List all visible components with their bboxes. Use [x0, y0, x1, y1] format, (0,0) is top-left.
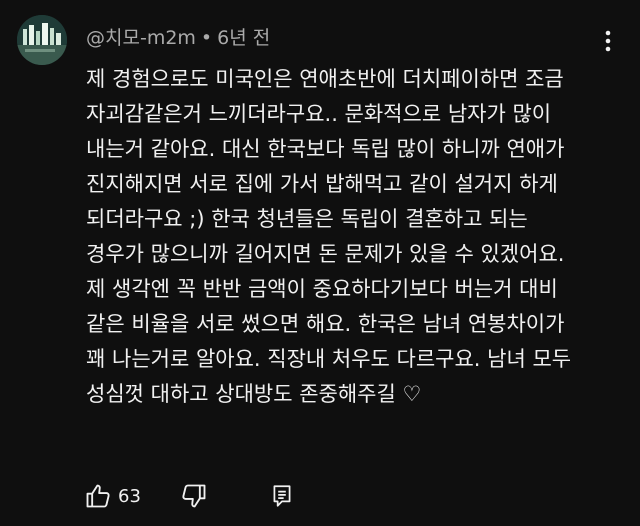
comment-thread: @치모-m2m • 6년 전 제 경험으로도 미국인은 연애초반에 더치페이하면 조…	[0, 0, 640, 526]
comment-line: 자괴감같은거 느끼더라구요.. 문화적으로 남자가 많이	[86, 102, 552, 126]
comment-line: 제 생각엔 꼭 반반 금액이 중요하다기보다 버는거 대비	[86, 277, 558, 301]
comment-line: 같은 비율을 서로 썼으면 해요. 한국은 남녀 연봉차이가	[86, 312, 565, 336]
more-options-button[interactable]	[596, 26, 620, 56]
comment-actions: 63	[80, 478, 300, 514]
reply-button[interactable]	[264, 478, 300, 514]
header-separator: •	[200, 27, 213, 49]
thumb-up-icon	[86, 484, 110, 508]
comment-line: 제 경험으로도 미국인은 연애초반에 더치페이하면 조금	[86, 67, 564, 91]
comment-line: 진지해지면 서로 집에 가서 밥해먹고 같이 설거지 하게	[86, 172, 558, 196]
comment-line: 되더라구요 ;) 한국 청년들은 독립이 결혼하고 되는	[86, 207, 528, 231]
like-count: 63	[118, 485, 141, 507]
like-button[interactable]	[80, 478, 116, 514]
comment-line: 성심껏 대하고 상대방도 존중해주길 ♡	[86, 382, 422, 406]
dislike-button[interactable]	[176, 478, 212, 514]
comment-text: 제 경험으로도 미국인은 연애초반에 더치페이하면 조금 자괴감같은거 느끼더라…	[86, 62, 626, 412]
thumb-down-icon	[182, 484, 206, 508]
reply-comment-icon	[273, 485, 291, 507]
avatar-image	[17, 15, 67, 65]
more-vert-icon	[605, 30, 611, 52]
comment-line: 경우가 많으니까 길어지면 돈 문제가 있을 수 있겠어요.	[86, 242, 565, 266]
comment-timestamp[interactable]: 6년 전	[217, 27, 270, 49]
avatar[interactable]	[17, 15, 67, 65]
comment-line: 꽤 나는거로 알아요. 직장내 처우도 다르구요. 남녀 모두	[86, 347, 572, 371]
author-name[interactable]: @치모-m2m	[86, 27, 196, 49]
comment-header: @치모-m2m • 6년 전	[86, 26, 270, 50]
comment-line: 내는거 같아요. 대신 한국보다 독립 많이 하니까 연애가	[86, 137, 565, 161]
